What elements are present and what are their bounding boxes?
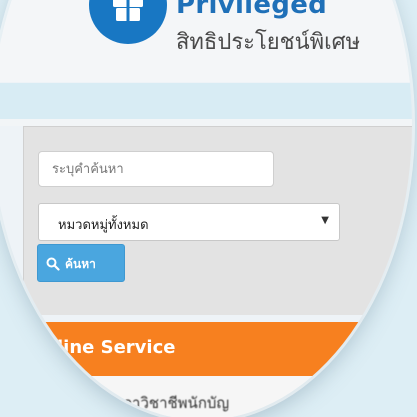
logo[interactable] [89,0,167,44]
service-list-item[interactable]: สภาวิชาชีพนักบัญ [23,376,412,417]
search-button[interactable]: ค้นหา [37,244,125,282]
caret-down-icon: ▼ [321,215,329,226]
nav-strip [0,83,412,119]
search-panel: หมวดหมู่ทั้งหมด ▼ ค้นหา [23,126,412,315]
online-service-header: line Service [23,322,412,376]
category-select[interactable]: หมวดหมู่ทั้งหมด ▼ [38,203,340,241]
divider [0,119,412,126]
online-service-title: line Service [57,337,176,358]
brand-title[interactable]: Privileged [176,0,327,20]
page-content: Privileged สิทธิประโยชน์พิเศษ หมวดหมู่ทั… [0,0,412,417]
search-icon [46,257,60,271]
search-button-label: ค้นหา [65,257,96,271]
category-select-value: หมวดหมู่ทั้งหมด [58,218,149,233]
gift-icon [113,0,143,21]
screen: Privileged สิทธิประโยชน์พิเศษ หมวดหมู่ทั… [0,0,417,417]
brand-subtitle: สิทธิประโยชน์พิเศษ [176,30,361,55]
site-header: Privileged สิทธิประโยชน์พิเศษ [0,0,412,82]
service-item-label: สภาวิชาชีพนักบัญ [113,394,230,412]
magnifier-lens: Privileged สิทธิประโยชน์พิเศษ หมวดหมู่ทั… [0,0,412,417]
search-input[interactable] [38,151,274,187]
